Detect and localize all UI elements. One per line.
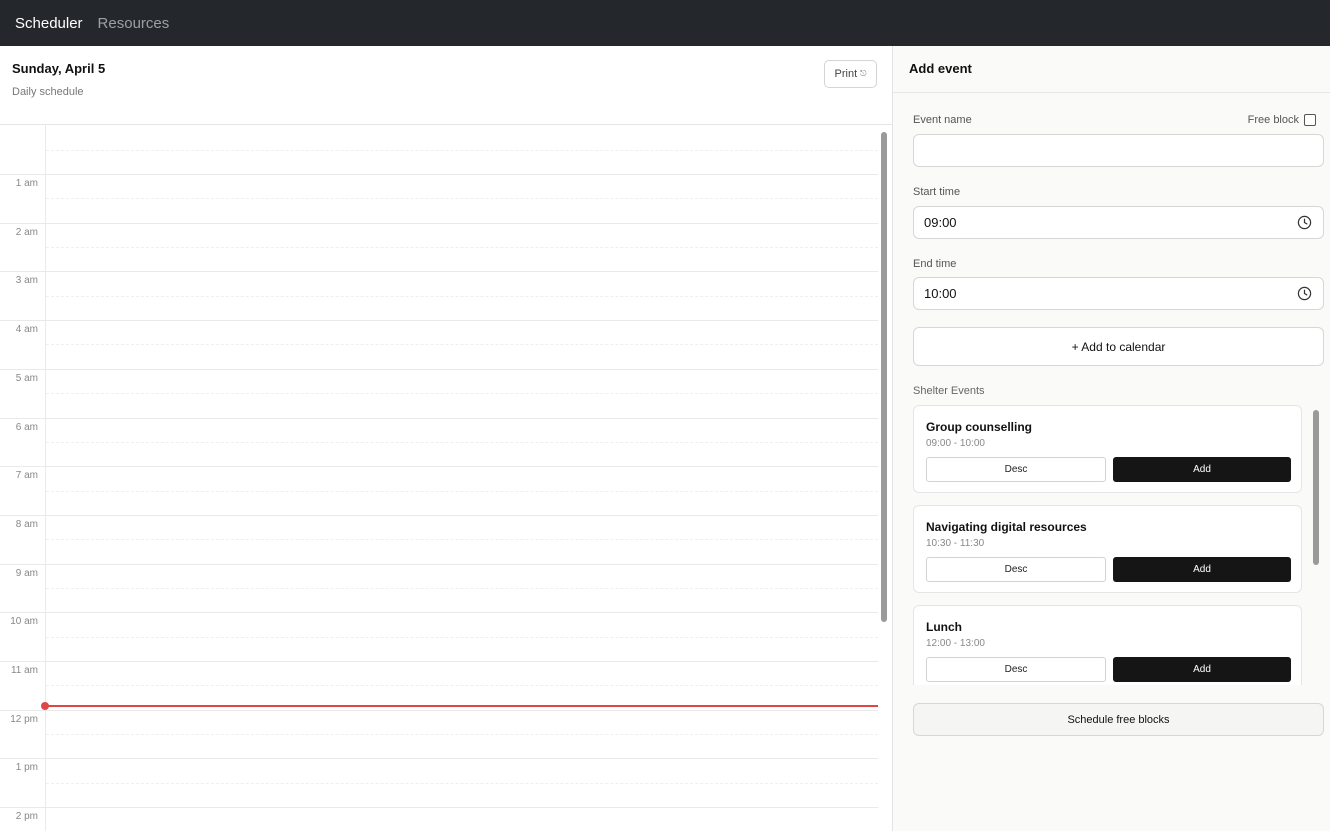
day-calendar-grid[interactable]: 1 am 2 am 3 am 4 am 5 am 6 am 7 am 8 am 9 am 10 a… — [0, 125, 878, 831]
half-hour-line — [46, 490, 878, 492]
half-hour-line — [46, 636, 878, 638]
schedule-header: Sunday, April 5 Daily schedule Print ⎋ — [0, 46, 892, 125]
start-time-input[interactable]: 09:00 — [913, 206, 1324, 239]
shelter-events-label: Shelter Events — [913, 385, 985, 397]
hour-line — [0, 758, 878, 760]
end-time-input[interactable]: 10:00 — [913, 277, 1324, 310]
hour-label: 8 am — [15, 518, 38, 530]
desc-button[interactable]: Desc — [926, 657, 1106, 682]
half-hour-line — [46, 247, 878, 249]
desc-button[interactable]: Desc — [926, 557, 1106, 582]
hour-label: 9 am — [15, 567, 38, 579]
event-time: 12:00 - 13:00 — [926, 638, 985, 649]
half-hour-line — [46, 198, 878, 200]
hour-line — [0, 709, 878, 711]
hour-line — [0, 271, 878, 273]
schedule-free-blocks-button[interactable]: Schedule free blocks — [913, 703, 1324, 736]
add-button[interactable]: Add — [1113, 557, 1291, 582]
hour-label: 2 pm — [15, 811, 38, 823]
half-hour-line — [46, 782, 878, 784]
event-name-label: Event name — [913, 114, 972, 126]
hour-label: 1 pm — [15, 762, 38, 774]
print-button-label: Print — [834, 68, 858, 80]
top-navigation: Scheduler Resources — [0, 0, 1330, 46]
free-block-label: Free block — [1247, 114, 1299, 126]
event-name: Lunch — [926, 620, 962, 634]
hour-line — [0, 514, 878, 516]
event-time: 10:30 - 11:30 — [926, 538, 985, 549]
shelter-events-list: Group counselling 09:00 - 10:00 Desc Add… — [913, 405, 1310, 685]
half-hour-line — [46, 539, 878, 541]
hour-line — [0, 661, 878, 662]
end-time-value: 10:00 — [924, 286, 957, 301]
hour-label: 4 am — [15, 324, 38, 336]
half-hour-line — [46, 149, 878, 151]
hour-line — [0, 466, 878, 468]
hour-line — [0, 174, 878, 175]
event-card: Lunch 12:00 - 13:00 Desc Add — [913, 605, 1302, 685]
hour-line — [0, 368, 878, 370]
hour-label: 7 am — [15, 470, 38, 482]
print-icon: ⎋ — [860, 69, 867, 78]
clock-icon[interactable] — [1297, 286, 1312, 301]
hour-label: 11 am — [10, 665, 38, 676]
add-event-panel: Add event Event name Free block Start ti… — [892, 46, 1330, 831]
half-hour-line — [46, 393, 878, 395]
event-name: Group counselling — [926, 420, 1033, 434]
hour-label: 1 am — [15, 178, 38, 189]
hour-label: 6 am — [15, 421, 38, 433]
add-button[interactable]: Add — [1113, 657, 1291, 682]
half-hour-line — [46, 344, 878, 346]
hour-label: 2 am — [15, 226, 38, 238]
half-hour-line — [46, 295, 878, 297]
hour-line — [0, 320, 878, 322]
half-hour-line — [46, 685, 878, 687]
add-event-title: Add event — [909, 61, 972, 76]
end-time-label: End time — [913, 258, 957, 270]
half-hour-line — [46, 441, 878, 443]
hour-line — [0, 417, 878, 419]
event-name-input[interactable] — [913, 134, 1324, 167]
current-time-line — [45, 705, 878, 707]
start-time-value: 09:00 — [924, 215, 957, 230]
hour-line — [0, 807, 878, 809]
half-hour-line — [46, 587, 878, 589]
event-card: Navigating digital resources 10:30 - 11:… — [913, 505, 1302, 593]
free-block-toggle[interactable]: Free block — [1248, 114, 1316, 126]
hour-label: 12 pm — [10, 713, 38, 725]
page-title: Sunday, April 5 — [12, 61, 106, 76]
event-name: Navigating digital resources — [926, 520, 1087, 534]
event-time: 09:00 - 10:00 — [926, 438, 985, 449]
add-to-calendar-button[interactable]: + Add to calendar — [913, 327, 1324, 366]
hour-label: 5 am — [15, 372, 38, 384]
panel-divider — [893, 92, 1330, 93]
page-subtitle: Daily schedule — [12, 86, 84, 98]
half-hour-line — [46, 734, 878, 736]
hour-line — [0, 612, 878, 614]
free-block-checkbox[interactable] — [1304, 114, 1316, 126]
hour-line — [0, 222, 878, 224]
hour-label: 3 am — [15, 275, 38, 287]
nav-scheduler[interactable]: Scheduler — [15, 15, 83, 32]
desc-button[interactable]: Desc — [926, 457, 1106, 482]
hour-line — [0, 563, 878, 565]
time-gutter-divider — [45, 125, 46, 831]
nav-resources[interactable]: Resources — [98, 15, 170, 32]
clock-icon[interactable] — [1297, 215, 1312, 230]
events-scrollbar[interactable] — [1313, 410, 1319, 565]
start-time-label: Start time — [913, 186, 961, 198]
event-card: Group counselling 09:00 - 10:00 Desc Add — [913, 405, 1302, 493]
add-button[interactable]: Add — [1113, 457, 1291, 482]
print-button[interactable]: Print ⎋ — [824, 60, 877, 88]
hour-label: 10 am — [10, 616, 38, 628]
calendar-scrollbar[interactable] — [881, 132, 887, 622]
